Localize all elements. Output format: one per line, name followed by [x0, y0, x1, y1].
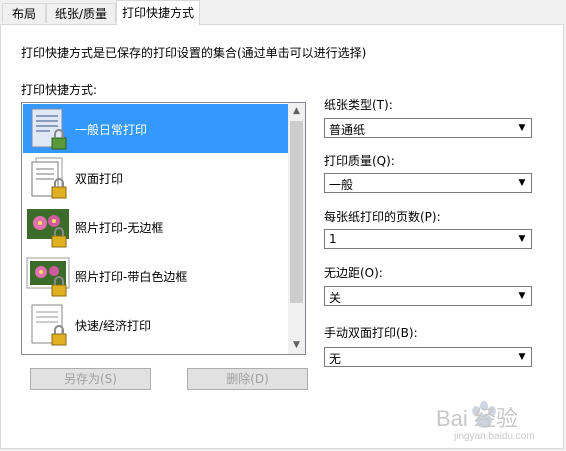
- chevron-down-icon[interactable]: ▼: [514, 288, 530, 304]
- scroll-thumb[interactable]: [290, 121, 303, 303]
- scroll-down-arrow-icon[interactable]: ▼: [288, 337, 305, 354]
- paper-type-label: 纸张类型(T):: [324, 98, 393, 112]
- photo-flower-lock-icon: [27, 209, 69, 248]
- list-item-label: 快速/经济打印: [75, 319, 152, 333]
- pages-per-sheet-value: 1: [329, 232, 337, 246]
- list-item-label: 双面打印: [75, 172, 124, 186]
- list-scrollbar[interactable]: ▲ ▼: [288, 103, 305, 354]
- tab-bar: 布局 纸张/质量 打印快捷方式: [0, 0, 566, 25]
- borderless-value: 关: [329, 291, 342, 305]
- shortcuts-list[interactable]: 一般日常打印 双面打印 照片打印-无边框 照片打印-带白色边框 快速/经济打印 …: [21, 102, 306, 355]
- tab-paper-quality[interactable]: 纸张/质量: [46, 3, 116, 23]
- list-item-duplex-printing[interactable]: 双面打印: [23, 153, 290, 202]
- chevron-down-icon[interactable]: ▼: [514, 349, 530, 365]
- list-item-label: 一般日常打印: [75, 123, 148, 137]
- document-lock-icon: [31, 108, 67, 150]
- manual-duplex-value: 无: [329, 352, 342, 366]
- list-item-label: 照片打印-无边框: [75, 221, 164, 235]
- chevron-down-icon[interactable]: ▼: [514, 175, 530, 191]
- watermark-text: Bai 经验: [436, 406, 518, 431]
- chevron-down-icon[interactable]: ▼: [514, 120, 530, 136]
- baidu-jingyan-watermark: Bai 经验 jingyan.baidu.com: [432, 393, 562, 448]
- save-as-button[interactable]: 另存为(S): [30, 368, 151, 390]
- pages-per-sheet-label: 每张纸打印的页数(P):: [324, 210, 441, 224]
- list-item-photo-white-border[interactable]: 照片打印-带白色边框: [23, 251, 290, 300]
- borderless-select[interactable]: 关 ▼: [324, 286, 532, 306]
- description-text: 打印快捷方式是已保存的打印设置的集合(通过单击可以进行选择): [21, 46, 367, 60]
- print-quality-value: 一般: [329, 178, 354, 192]
- list-item-fast-economy[interactable]: 快速/经济打印: [23, 300, 290, 349]
- paper-type-select[interactable]: 普通纸 ▼: [324, 118, 532, 138]
- document-lock-icon: [31, 304, 67, 346]
- scroll-up-arrow-icon[interactable]: ▲: [288, 103, 305, 120]
- chevron-down-icon[interactable]: ▼: [514, 231, 530, 247]
- watermark-subtext: jingyan.baidu.com: [454, 431, 535, 442]
- manual-duplex-label: 手动双面打印(B):: [324, 326, 418, 340]
- list-item-photo-borderless[interactable]: 照片打印-无边框: [23, 202, 290, 251]
- photo-flower-border-lock-icon: [26, 257, 70, 297]
- duplex-document-lock-icon: [31, 157, 67, 199]
- delete-button[interactable]: 删除(D): [187, 368, 308, 390]
- paper-type-value: 普通纸: [329, 123, 366, 137]
- shortcuts-list-label: 打印快捷方式:: [21, 83, 98, 97]
- tab-layout[interactable]: 布局: [2, 3, 46, 23]
- borderless-label: 无边距(O):: [324, 266, 383, 280]
- list-item-general-printing[interactable]: 一般日常打印: [23, 104, 290, 153]
- manual-duplex-select[interactable]: 无 ▼: [324, 347, 532, 367]
- tab-print-shortcuts[interactable]: 打印快捷方式: [116, 0, 200, 25]
- print-quality-label: 打印质量(Q):: [324, 154, 395, 168]
- list-item-label: 照片打印-带白色边框: [75, 270, 188, 284]
- pages-per-sheet-select[interactable]: 1 ▼: [324, 229, 532, 249]
- print-quality-select[interactable]: 一般 ▼: [324, 173, 532, 193]
